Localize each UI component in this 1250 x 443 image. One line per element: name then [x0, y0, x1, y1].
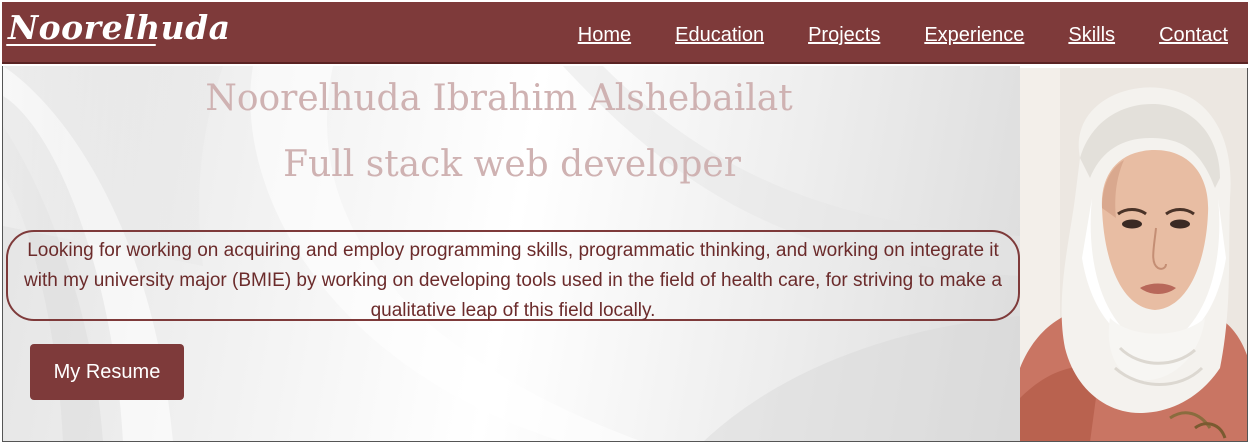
hero-name-text: Noorelhuda Ibrahim Alshebailat	[205, 78, 793, 119]
hero-name: Noorelhuda Ibrahim Alshebailat	[3, 78, 1020, 119]
logo[interactable]: Noorelhuda	[8, 8, 231, 48]
navbar: Noorelhuda Home Education Projects Exper…	[2, 2, 1248, 64]
nav-link-contact[interactable]: Contact	[1159, 22, 1228, 48]
hero-section: Noorelhuda Ibrahim Alshebailat Full stac…	[2, 66, 1020, 442]
nav-link-skills[interactable]: Skills	[1068, 22, 1115, 48]
nav-link-education[interactable]: Education	[675, 22, 764, 48]
objective-text: Looking for working on acquiring and emp…	[6, 230, 1020, 321]
nav-link-experience[interactable]: Experience	[924, 22, 1024, 48]
logo-underline	[6, 44, 156, 46]
profile-photo-illustration	[1020, 68, 1247, 441]
nav-link-home[interactable]: Home	[578, 22, 631, 48]
hero-role: Full stack web developer	[283, 144, 741, 185]
profile-photo	[1020, 68, 1248, 442]
nav-link-projects[interactable]: Projects	[808, 22, 880, 48]
my-resume-button[interactable]: My Resume	[30, 344, 184, 400]
nav-menu: Home Education Projects Experience Skill…	[578, 22, 1228, 48]
